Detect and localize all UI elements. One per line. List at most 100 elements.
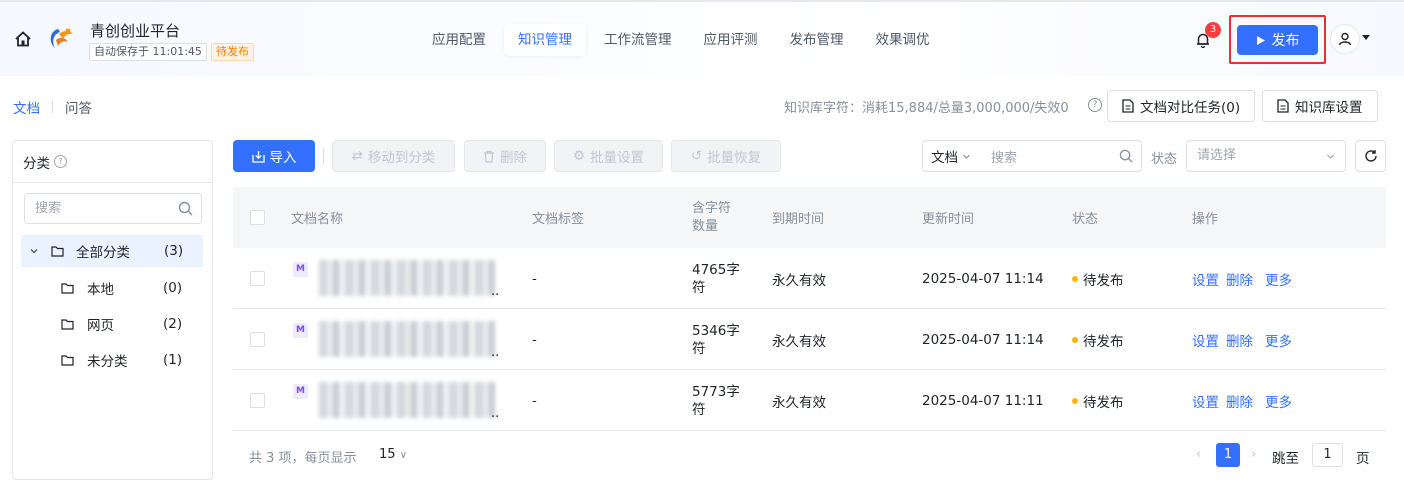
status-text: 待发布: [1083, 394, 1124, 411]
doc-name-blurred[interactable]: [319, 321, 495, 357]
document-icon: [1122, 99, 1134, 113]
col-char-count: 含字符 数量: [692, 200, 732, 234]
kb-settings-button[interactable]: 知识库设置: [1262, 90, 1378, 122]
updated-time: 2025-04-07 11:11: [922, 392, 1044, 409]
search-icon[interactable]: [178, 201, 193, 216]
page-size-select[interactable]: 15 ∨: [379, 447, 407, 462]
tree-label: 本地: [87, 282, 114, 298]
compare-task-label: 文档对比任务(0): [1140, 100, 1241, 116]
tree-item-web[interactable]: 网页 (2): [61, 309, 191, 339]
next-page-icon[interactable]: ›: [1251, 447, 1256, 462]
row-checkbox[interactable]: [250, 271, 265, 286]
more-link[interactable]: 更多: [1265, 330, 1292, 350]
help-icon[interactable]: ?: [1088, 98, 1102, 112]
user-avatar[interactable]: [1330, 24, 1360, 54]
char-count: 5773字 符: [692, 383, 740, 418]
current-page[interactable]: 1: [1216, 443, 1240, 467]
tree-label: 全部分类: [76, 245, 130, 261]
actions-cell: 设置 删除 更多: [1192, 370, 1299, 431]
restore-icon: ↺: [690, 148, 703, 164]
tree-item-all[interactable]: 全部分类 (3): [21, 235, 203, 267]
delete-button[interactable]: 删除: [464, 140, 546, 172]
more-link[interactable]: 更多: [1265, 269, 1292, 289]
folder-icon: [61, 282, 74, 294]
send-icon: [1256, 35, 1265, 45]
settings-link[interactable]: 设置: [1192, 269, 1219, 289]
chevron-down-icon[interactable]: [29, 246, 39, 256]
tree-item-local[interactable]: 本地 (0): [61, 273, 191, 303]
col-actions: 操作: [1192, 212, 1219, 227]
select-all-checkbox[interactable]: [250, 210, 265, 225]
help-icon[interactable]: ?: [54, 155, 67, 168]
tree-count: (3): [164, 243, 184, 259]
swap-icon: ⇄: [351, 148, 363, 164]
search-icon[interactable]: [1119, 149, 1133, 163]
total-count-text: 共 3 项，每页显示: [249, 451, 357, 466]
col-status: 状态: [1072, 212, 1099, 227]
import-label: 导入: [269, 150, 297, 166]
table-row[interactable]: M .. - 5346字 符 永久有效 2025-04-07 11:14 待发布…: [233, 309, 1386, 370]
search-placeholder: 搜索: [35, 201, 62, 216]
import-button[interactable]: 导入: [233, 140, 315, 172]
kb-usage-text: 知识库字符：消耗15,884/总量3,000,000/失效0: [784, 101, 1069, 116]
jump-page-input[interactable]: 1: [1312, 443, 1343, 467]
tab-publish-manage[interactable]: 发布管理: [776, 24, 858, 56]
chevron-down-icon: [963, 154, 970, 159]
tree-item-uncategorized[interactable]: 未分类 (1): [61, 345, 191, 375]
table-row[interactable]: M .. - 4765字 符 永久有效 2025-04-07 11:14 待发布…: [233, 248, 1386, 309]
prev-page-icon[interactable]: ‹: [1196, 447, 1201, 462]
refresh-button[interactable]: [1355, 140, 1386, 172]
caret-down-icon[interactable]: [1362, 35, 1370, 40]
tab-evaluation[interactable]: 应用评测: [690, 24, 772, 56]
markdown-icon: M: [293, 323, 308, 338]
tab-tuning[interactable]: 效果调优: [862, 24, 944, 56]
move-to-category-button[interactable]: ⇄ 移动到分类: [332, 140, 455, 172]
settings-link[interactable]: 设置: [1192, 391, 1219, 411]
doc-name-blurred[interactable]: [319, 260, 495, 296]
tab-workflow[interactable]: 工作流管理: [590, 24, 686, 56]
actions-cell: 设置 删除 更多: [1192, 309, 1299, 370]
status-badge: 待发布: [211, 43, 254, 61]
markdown-icon: M: [293, 384, 308, 399]
publish-button[interactable]: 发布: [1237, 25, 1318, 55]
category-search-input[interactable]: 搜索: [24, 193, 202, 224]
row-checkbox[interactable]: [250, 332, 265, 347]
top-header: 青创创业平台 自动保存于 11:01:45 待发布 应用配置 知识管理 工作流管…: [0, 0, 1404, 76]
doc-type-select[interactable]: 文档: [923, 146, 985, 166]
row-checkbox[interactable]: [250, 393, 265, 408]
status-cell: 待发布: [1072, 248, 1124, 309]
doc-type-value: 文档: [931, 150, 958, 166]
notification-count: 3: [1205, 22, 1221, 38]
move-label: 移动到分类: [367, 150, 436, 166]
ellipsis: ..: [491, 345, 500, 360]
markdown-icon: M: [293, 262, 308, 277]
divider: [52, 101, 53, 113]
status-select[interactable]: 请选择: [1186, 140, 1346, 172]
autosave-status: 自动保存于 11:01:45: [89, 43, 207, 61]
more-link[interactable]: 更多: [1265, 391, 1292, 411]
chevron-down-icon: [1327, 154, 1334, 159]
batch-settings-label: 批量设置: [590, 150, 645, 166]
col-doc-name: 文档名称: [291, 212, 344, 227]
table-header: 文档名称 文档标签 含字符 数量 到期时间 更新时间 状态 操作: [233, 187, 1386, 248]
chevron-down-icon: ∨: [399, 450, 408, 461]
doc-tag: -: [532, 392, 537, 409]
doc-name-blurred[interactable]: [319, 382, 495, 418]
settings-link[interactable]: 设置: [1192, 330, 1219, 350]
delete-link[interactable]: 删除: [1226, 330, 1253, 350]
subtab-documents[interactable]: 文档: [13, 97, 40, 117]
compare-task-button[interactable]: 文档对比任务(0): [1107, 90, 1256, 122]
jump-label: 跳至: [1272, 451, 1299, 467]
delete-link[interactable]: 删除: [1226, 391, 1253, 411]
delete-link[interactable]: 删除: [1226, 269, 1253, 289]
category-title: 分类: [23, 155, 50, 172]
doc-search-input[interactable]: 搜索: [985, 147, 1119, 166]
status-cell: 待发布: [1072, 370, 1124, 431]
batch-settings-button[interactable]: ⚙ 批量设置: [554, 140, 663, 172]
home-icon[interactable]: [14, 30, 32, 48]
table-row[interactable]: M .. - 5773字 符 永久有效 2025-04-07 11:11 待发布…: [233, 370, 1386, 431]
subtab-qa[interactable]: 问答: [65, 97, 92, 117]
batch-restore-button[interactable]: ↺ 批量恢复: [671, 140, 781, 172]
tab-app-config[interactable]: 应用配置: [418, 24, 500, 56]
tab-knowledge[interactable]: 知识管理: [504, 24, 586, 56]
